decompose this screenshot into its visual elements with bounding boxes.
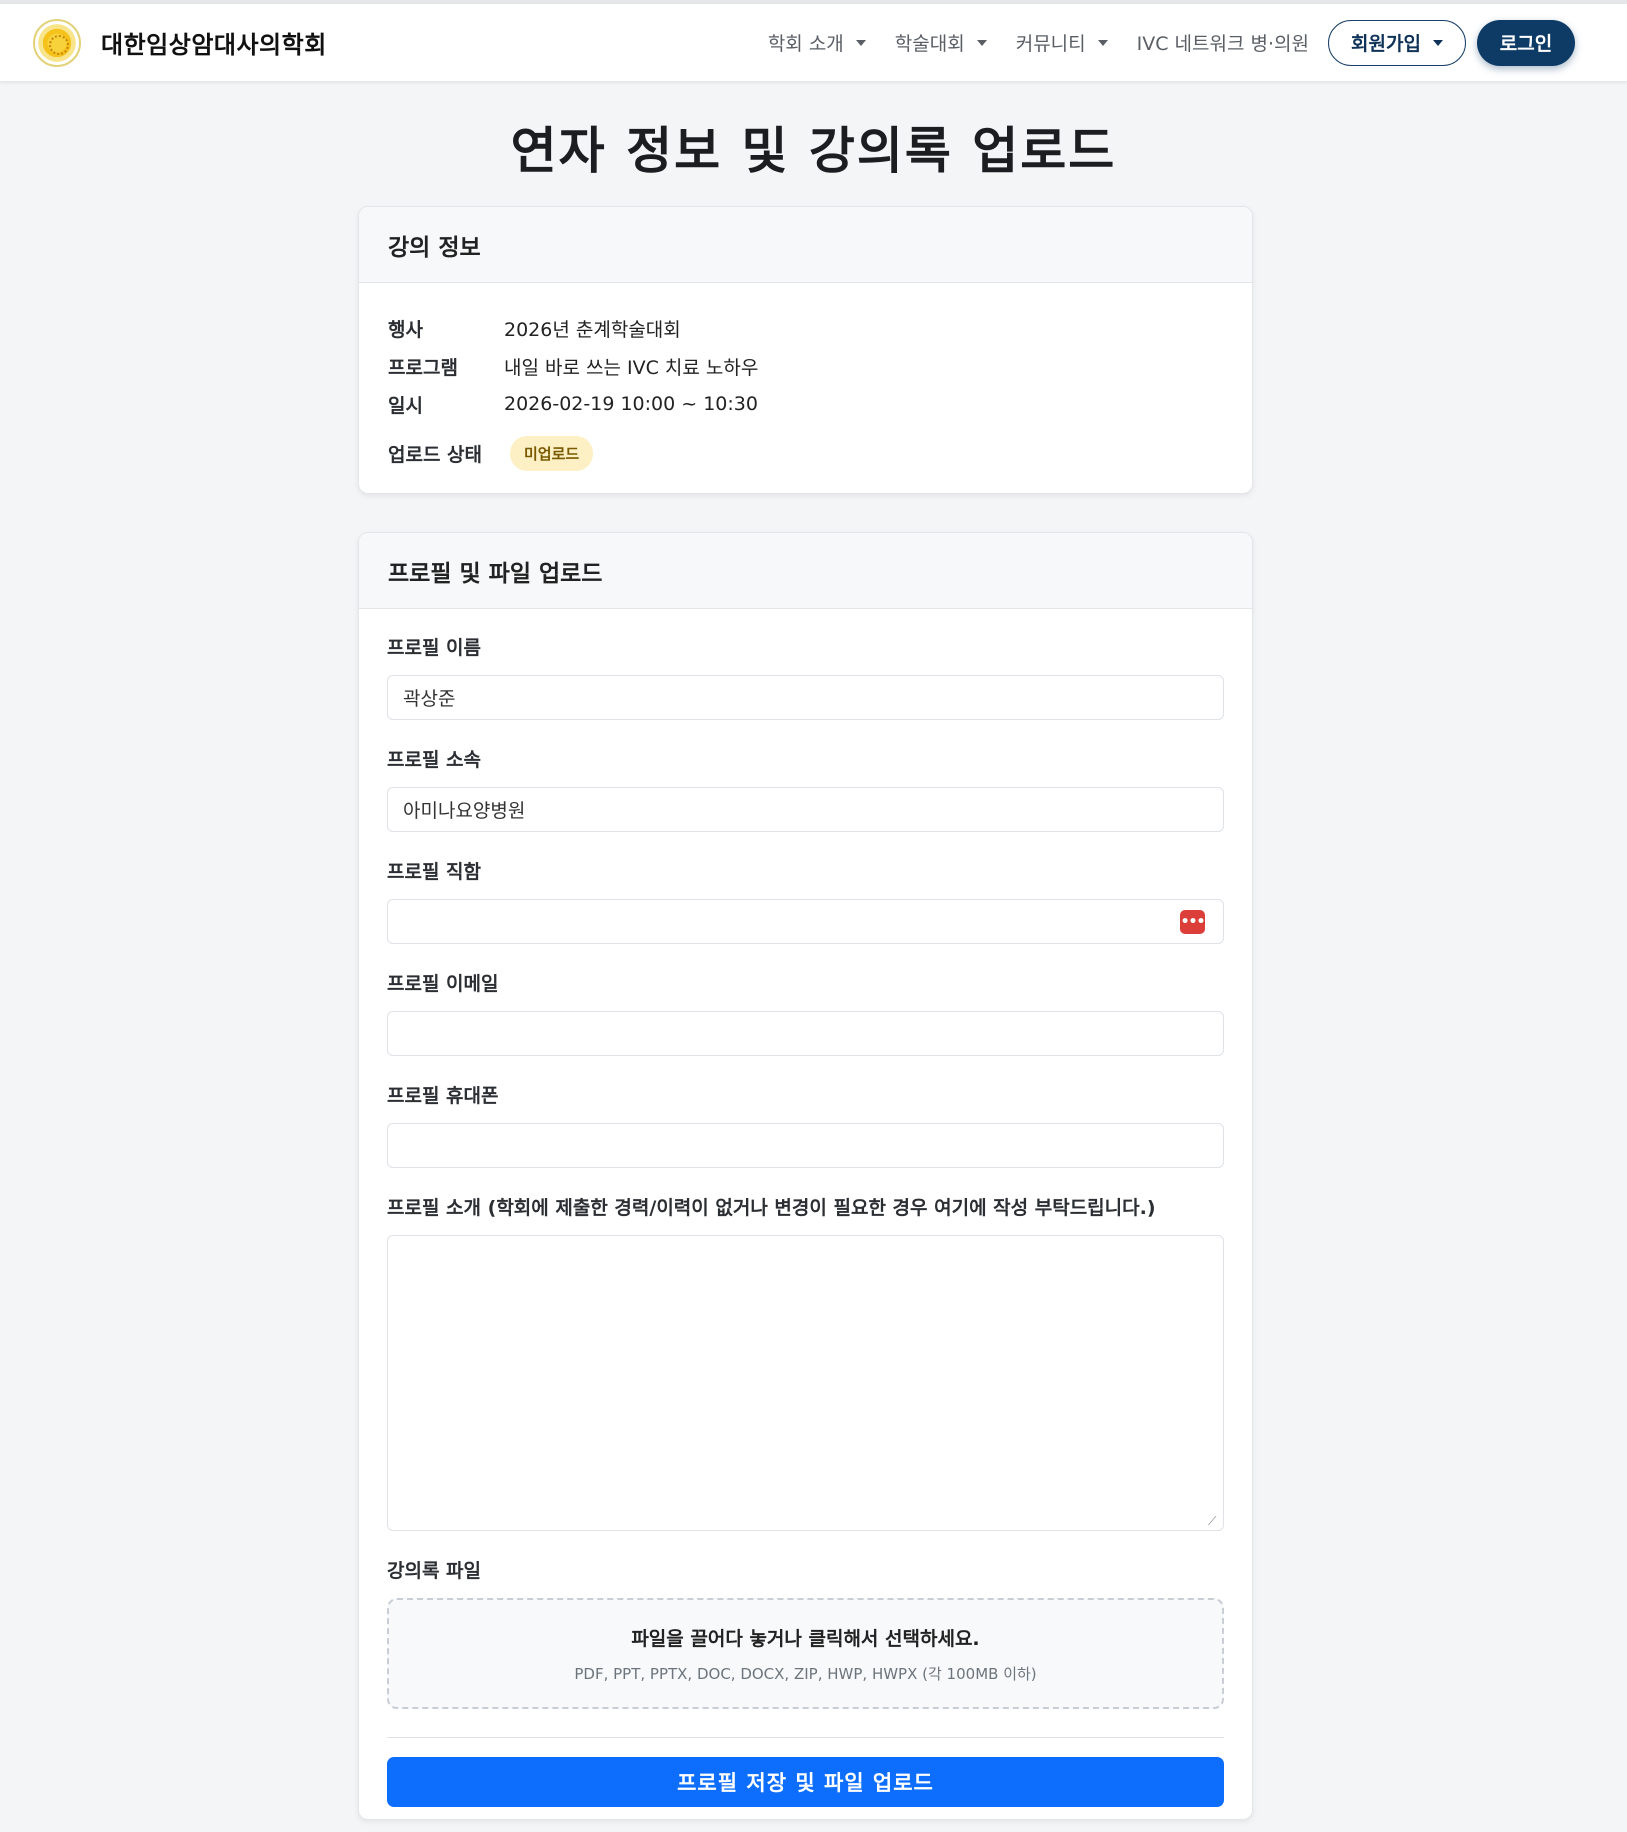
caret-down-icon [976, 39, 987, 46]
phone-input[interactable] [387, 1123, 1224, 1168]
caret-down-icon [855, 39, 866, 46]
info-key: 행사 [388, 318, 423, 341]
info-value: 2026년 춘계학술대회 [504, 318, 681, 341]
bio-textarea[interactable]: ⟋ [387, 1235, 1224, 1531]
info-row-datetime: 일시 2026-02-19 10:00 ~ 10:30 [388, 385, 1223, 423]
email-field-group: 프로필 이메일 [387, 971, 1224, 1056]
resize-handle-icon[interactable]: ⟋ [1208, 1515, 1220, 1527]
nav-item-about[interactable]: 학회 소개 [768, 29, 866, 56]
info-key: 프로그램 [388, 356, 458, 379]
file-label: 강의록 파일 [387, 1560, 482, 1582]
name-label: 프로필 이름 [387, 637, 482, 659]
password-dots-icon[interactable]: ••• [1180, 910, 1205, 934]
title-input[interactable]: ••• [387, 899, 1224, 944]
profile-form: 프로필 이름 곽상준 프로필 소속 아미나요양병원 프로필 직함 ••• 프로필… [359, 609, 1252, 1807]
nav-item-label: IVC 네트워크 병·의원 [1136, 33, 1309, 55]
title-field-group: 프로필 직함 ••• [387, 859, 1224, 944]
info-value: 2026-02-19 10:00 ~ 10:30 [504, 393, 758, 415]
file-dropzone[interactable]: 파일을 끌어다 놓거나 클릭해서 선택하세요. PDF, PPT, PPTX, … [387, 1598, 1224, 1709]
nav-item-label: 학회 소개 [767, 33, 844, 55]
upload-status-row: 업로드 상태 미업로드 [388, 433, 1223, 473]
info-row-program: 프로그램 내일 바로 쓰는 IVC 치료 노하우 [388, 347, 1223, 385]
society-logo-icon [33, 18, 81, 67]
title-label: 프로필 직함 [387, 861, 482, 883]
login-button[interactable]: 로그인 [1477, 19, 1575, 66]
email-input[interactable] [387, 1011, 1224, 1056]
nav-item-label: 학술대회 [894, 33, 965, 55]
lecture-info-body: 행사 2026년 춘계학술대회 프로그램 내일 바로 쓰는 IVC 치료 노하우… [359, 283, 1252, 473]
phone-field-group: 프로필 휴대폰 [387, 1083, 1224, 1168]
lecture-info-card: 강의 정보 행사 2026년 춘계학술대회 프로그램 내일 바로 쓰는 IVC … [358, 206, 1253, 494]
signup-button[interactable]: 회원가입 [1328, 19, 1466, 66]
bio-label: 프로필 소개 (학회에 제출한 경력/이력이 없거나 변경이 필요한 경우 여기… [387, 1197, 1156, 1219]
page-title: 연자 정보 및 강의록 업로드 [510, 122, 1117, 180]
nav-item-community[interactable]: 커뮤니티 [1016, 29, 1108, 56]
dropzone-title: 파일을 끌어다 놓거나 클릭해서 선택하세요. [631, 1627, 980, 1650]
profile-upload-header: 프로필 및 파일 업로드 [359, 533, 1252, 609]
nav-item-conference[interactable]: 학술대회 [895, 29, 987, 56]
caret-down-icon [1097, 39, 1108, 46]
submit-button[interactable]: 프로필 저장 및 파일 업로드 [387, 1757, 1224, 1807]
name-field-group: 프로필 이름 곽상준 [387, 635, 1224, 720]
navbar: 대한임상암대사의학회 학회 소개 학술대회 커뮤니티 IVC 네트워크 병·의원… [0, 4, 1627, 82]
profile-upload-card: 프로필 및 파일 업로드 프로필 이름 곽상준 프로필 소속 아미나요양병원 프… [358, 532, 1253, 1820]
signup-label: 회원가입 [1351, 33, 1421, 55]
affiliation-input[interactable]: 아미나요양병원 [387, 787, 1224, 832]
info-key: 일시 [388, 394, 423, 417]
phone-label: 프로필 휴대폰 [387, 1085, 499, 1107]
nav-menu: 학회 소개 학술대회 커뮤니티 IVC 네트워크 병·의원 회원가입 로그인 [768, 19, 1575, 66]
dropzone-subtitle: PDF, PPT, PPTX, DOC, DOCX, ZIP, HWP, HWP… [574, 1664, 1037, 1683]
status-badge: 미업로드 [510, 435, 594, 471]
bio-field-group: 프로필 소개 (학회에 제출한 경력/이력이 없거나 변경이 필요한 경우 여기… [387, 1195, 1224, 1531]
affiliation-label: 프로필 소속 [387, 749, 482, 771]
email-label: 프로필 이메일 [387, 973, 499, 995]
brand-name: 대한임상암대사의학회 [101, 31, 327, 59]
brand[interactable]: 대한임상암대사의학회 [33, 18, 327, 67]
caret-down-icon [1432, 39, 1443, 46]
nav-item-ivc-network[interactable]: IVC 네트워크 병·의원 [1137, 29, 1309, 56]
info-value: 내일 바로 쓰는 IVC 치료 노하우 [504, 356, 759, 379]
affiliation-field-group: 프로필 소속 아미나요양병원 [387, 747, 1224, 832]
upload-status-label: 업로드 상태 [388, 443, 483, 466]
info-row-event: 행사 2026년 춘계학술대회 [388, 309, 1223, 347]
lecture-info-header: 강의 정보 [359, 207, 1252, 283]
nav-item-label: 커뮤니티 [1015, 33, 1086, 55]
form-divider [387, 1737, 1224, 1738]
name-input[interactable]: 곽상준 [387, 675, 1224, 720]
